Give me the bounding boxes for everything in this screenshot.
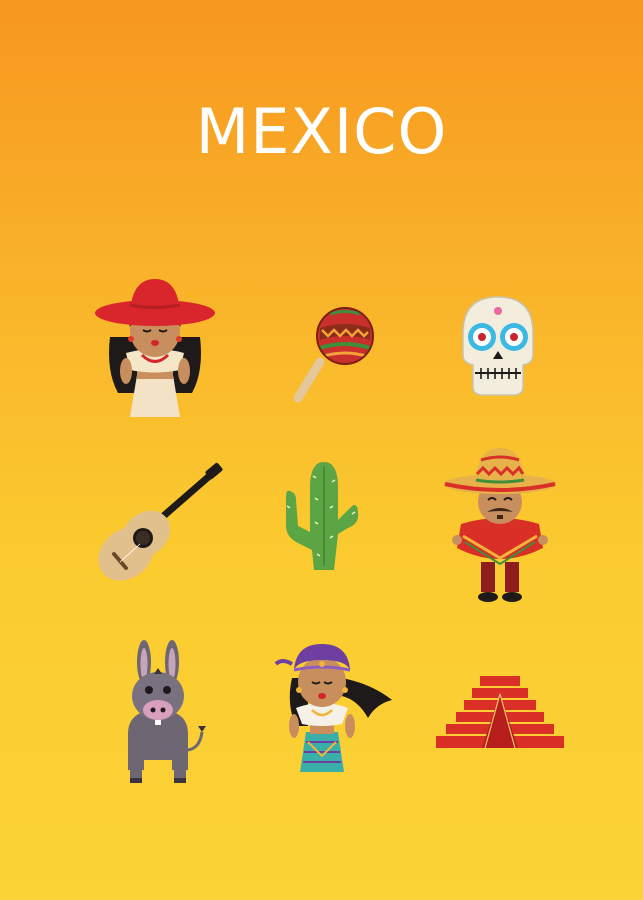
man-sombrero-poncho-icon xyxy=(443,444,557,604)
cactus-icon xyxy=(282,458,362,574)
donkey-icon xyxy=(120,640,210,790)
poster-title: MEXICO xyxy=(195,95,448,168)
dancer-woman-icon xyxy=(272,634,396,776)
poster-background: MEXICO xyxy=(0,0,643,900)
pyramid-icon xyxy=(436,676,564,756)
woman-sombrero-icon xyxy=(90,275,220,423)
guitar-icon xyxy=(96,462,226,584)
sugar-skull-icon xyxy=(455,293,541,399)
maraca-icon xyxy=(290,300,380,410)
